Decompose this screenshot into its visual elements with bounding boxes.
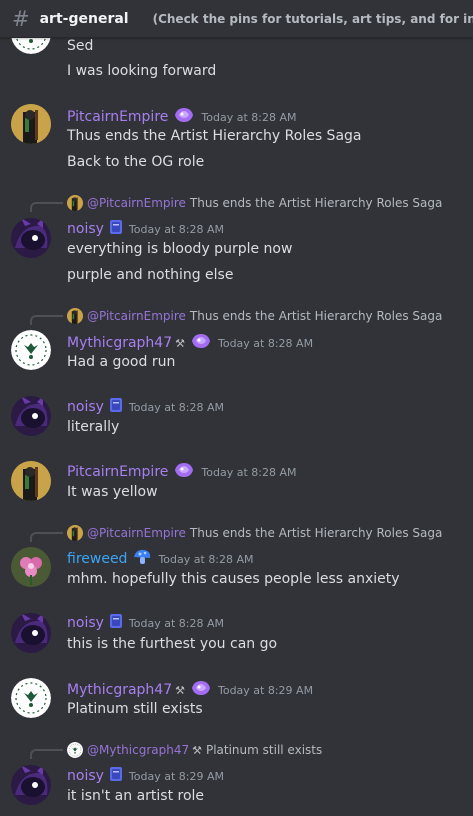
message-text: Sed (67, 38, 94, 54)
reply-text: Thus ends the Artist Hierarchy Roles Sag… (189, 309, 443, 323)
username[interactable]: Mythicgraph47 (67, 335, 172, 351)
purple-book-icon (109, 219, 123, 239)
reply-text: Thus ends the Artist Hierarchy Roles Sag… (189, 196, 443, 210)
timestamp: Today at 8:28 AM (201, 110, 297, 124)
purple-gem-icon (173, 461, 195, 483)
message-text: Platinum still exists (67, 701, 203, 717)
timestamp: Today at 8:28 AM (128, 400, 224, 414)
blue-mushroom-icon (132, 548, 152, 570)
reply-avatar (67, 195, 83, 211)
reply-spine (30, 202, 63, 212)
avatar[interactable] (11, 678, 51, 718)
timestamp: Today at 8:28 AM (128, 222, 224, 236)
avatar[interactable] (11, 396, 51, 436)
reply-spine (30, 532, 63, 542)
reply-author[interactable]: @PitcairnEmpire (87, 309, 186, 323)
username[interactable]: PitcairnEmpire (67, 109, 168, 125)
username[interactable]: fireweed (67, 551, 127, 567)
avatar[interactable] (11, 547, 51, 587)
message-text: mhm. hopefully this causes people less a… (67, 571, 400, 587)
message-text: everything is bloody purple now (67, 241, 293, 257)
timestamp: Today at 8:28 AM (158, 552, 254, 566)
reply-preview[interactable]: @PitcairnEmpire Thus ends the Artist Hie… (30, 524, 442, 542)
reply-preview[interactable]: @PitcairnEmpire Thus ends the Artist Hie… (30, 194, 442, 212)
message-text: Back to the OG role (67, 154, 205, 170)
reply-spine (30, 315, 63, 325)
message-text: this is the furthest you can go (67, 636, 278, 652)
timestamp: Today at 8:29 AM (128, 769, 224, 783)
channel-hash-icon: # (12, 6, 30, 31)
avatar[interactable] (11, 461, 51, 501)
reply-preview[interactable]: @PitcairnEmpire Thus ends the Artist Hie… (30, 307, 442, 325)
reply-author[interactable]: @Mythicgraph47 (87, 743, 189, 757)
timestamp: Today at 8:28 AM (217, 336, 314, 350)
hammer-pick-icon: ⚒ (175, 683, 185, 697)
message-text: Had a good run (67, 354, 176, 370)
reply-author[interactable]: @PitcairnEmpire (87, 526, 186, 540)
channel-name[interactable]: art-general (40, 11, 129, 27)
hammer-pick-icon: ⚒ (175, 336, 185, 350)
message-text: it isn't an artist role (67, 788, 205, 804)
reply-text: Thus ends the Artist Hierarchy Roles Sag… (189, 526, 443, 540)
reply-avatar (67, 525, 83, 541)
message-text: literally (67, 419, 120, 435)
purple-gem-icon (190, 332, 212, 354)
avatar[interactable] (11, 613, 51, 653)
reply-avatar (67, 742, 83, 758)
username[interactable]: PitcairnEmpire (67, 464, 168, 480)
message-text: I was looking forward (67, 63, 217, 79)
avatar[interactable] (11, 104, 51, 144)
message-text: purple and nothing else (67, 267, 234, 283)
username[interactable]: noisy (67, 399, 104, 415)
message-text: It was yellow (67, 484, 158, 500)
purple-gem-icon (173, 106, 195, 128)
purple-gem-icon (190, 679, 212, 701)
purple-book-icon (109, 766, 123, 786)
avatar[interactable] (11, 765, 51, 805)
username[interactable]: noisy (67, 221, 104, 237)
timestamp: Today at 8:28 AM (128, 616, 224, 630)
purple-book-icon (109, 613, 123, 633)
purple-book-icon (109, 397, 123, 417)
reply-text: Platinum still exists (205, 743, 323, 757)
timestamp: Today at 8:29 AM (217, 683, 314, 697)
username[interactable]: noisy (67, 615, 104, 631)
channel-header: # art-general (Check the pins for tutori… (0, 0, 473, 38)
avatar[interactable] (11, 218, 51, 258)
channel-topic[interactable]: (Check the pins for tutorials, art tips,… (153, 12, 473, 26)
hammer-pick-icon: ⚒ (192, 743, 202, 757)
message-text: Thus ends the Artist Hierarchy Roles Sag… (67, 128, 362, 144)
username[interactable]: noisy (67, 768, 104, 784)
reply-spine (30, 749, 63, 759)
timestamp: Today at 8:28 AM (201, 465, 297, 479)
username[interactable]: Mythicgraph47 (67, 682, 172, 698)
avatar[interactable] (11, 330, 51, 370)
reply-preview[interactable]: @Mythicgraph47 ⚒ Platinum still exists (30, 741, 322, 759)
reply-avatar (67, 308, 83, 324)
reply-author[interactable]: @PitcairnEmpire (87, 196, 186, 210)
